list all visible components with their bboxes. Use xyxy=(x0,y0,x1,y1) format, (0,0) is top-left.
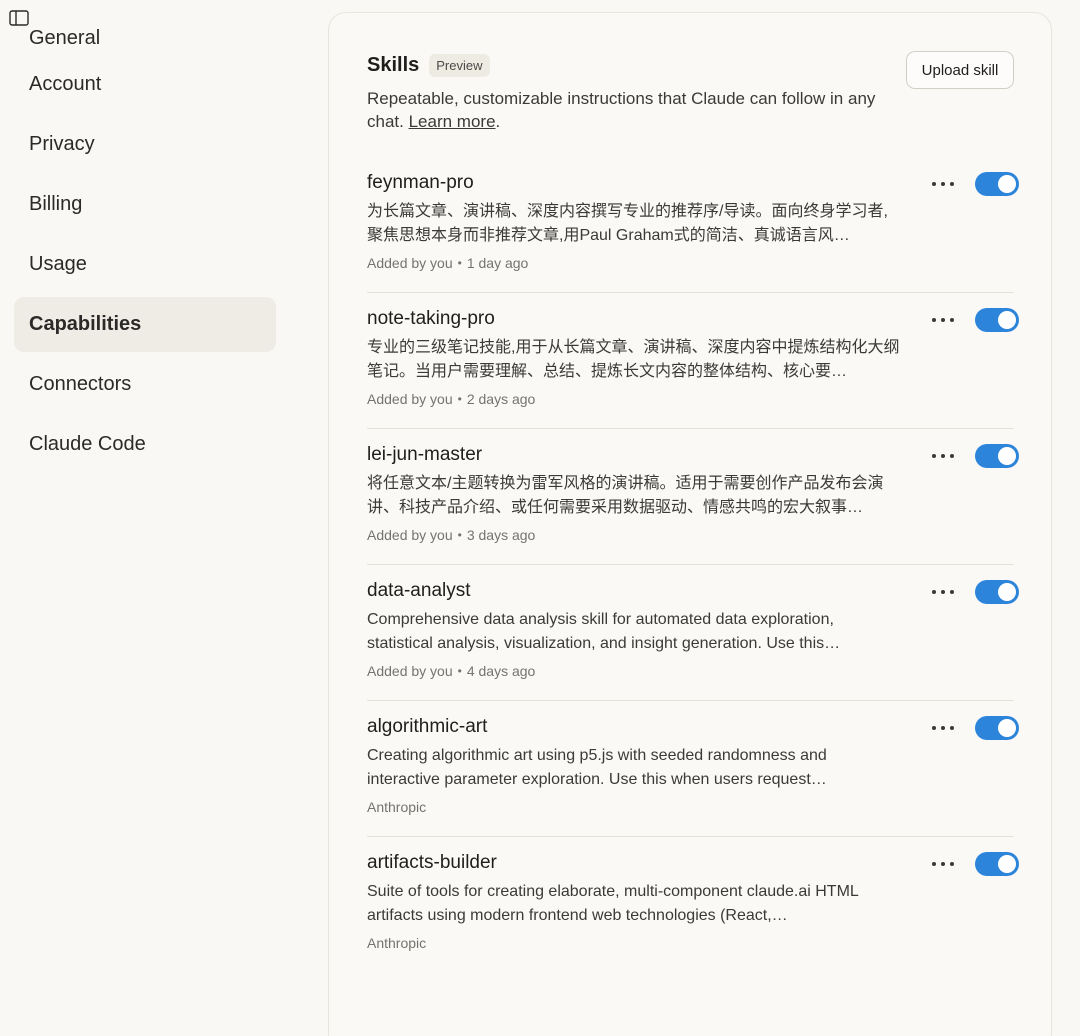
sidebar-item-account[interactable]: Account xyxy=(14,57,276,112)
learn-more-link[interactable]: Learn more xyxy=(409,112,496,131)
skill-added-by: Added by you xyxy=(367,391,453,407)
skill-added-by: Anthropic xyxy=(367,799,427,815)
skill-meta: Anthropic xyxy=(367,799,1014,815)
skill-description: 将任意文本/主题转换为雷军风格的演讲稿。适用于需要创作产品发布会演讲、科技产品介… xyxy=(367,475,884,516)
sidebar-item-label: Connectors xyxy=(29,373,132,395)
sidebar-item-label: Privacy xyxy=(29,133,95,155)
skill-added-by: Anthropic xyxy=(367,935,427,951)
settings-sidebar: General Account Privacy Billing Usage Ca… xyxy=(14,8,276,477)
skill-row: feynman-pro 为长篇文章、演讲稿、深度内容撰写专业的推荐序/导读。面向… xyxy=(367,157,1019,293)
more-options-icon[interactable] xyxy=(932,723,954,733)
more-options-icon[interactable] xyxy=(932,179,954,189)
skills-title: Skills xyxy=(367,53,420,76)
skill-row: note-taking-pro 专业的三级笔记技能,用于从长篇文章、演讲稿、深度… xyxy=(367,293,1019,429)
skill-row: data-analyst Comprehensive data analysis… xyxy=(367,565,1019,701)
sidebar-item-claude-code[interactable]: Claude Code xyxy=(14,417,276,472)
skill-description: Comprehensive data analysis skill for au… xyxy=(367,611,841,652)
skill-time: 4 days ago xyxy=(466,663,536,679)
skill-description: Creating algorithmic art using p5.js wit… xyxy=(367,747,827,788)
sidebar-item-connectors[interactable]: Connectors xyxy=(14,357,276,412)
skill-toggle[interactable] xyxy=(975,308,1019,332)
skill-name: artifacts-builder xyxy=(367,852,497,873)
skill-name: feynman-pro xyxy=(367,172,474,193)
sidebar-item-label: Usage xyxy=(29,253,87,275)
skill-meta: Added by you • 1 day ago xyxy=(367,255,1014,271)
skill-added-by: Added by you xyxy=(367,527,453,543)
skill-toggle[interactable] xyxy=(975,716,1019,740)
meta-separator: • xyxy=(457,528,462,542)
skill-toggle[interactable] xyxy=(975,580,1019,604)
skill-description: Suite of tools for creating elaborate, m… xyxy=(367,883,859,924)
skill-row: algorithmic-art Creating algorithmic art… xyxy=(367,701,1019,837)
skills-description: Repeatable, customizable instructions th… xyxy=(367,87,877,133)
sidebar-item-label: Account xyxy=(29,73,102,95)
more-options-icon[interactable] xyxy=(932,315,954,325)
sidebar-item-privacy[interactable]: Privacy xyxy=(14,117,276,172)
preview-badge: Preview xyxy=(429,53,490,77)
sidebar-item-label: Capabilities xyxy=(29,313,142,335)
sidebar-item-general[interactable]: General xyxy=(14,8,276,52)
sidebar-item-label: General xyxy=(29,27,101,49)
skill-added-by: Added by you xyxy=(367,663,453,679)
skill-toggle[interactable] xyxy=(975,172,1019,196)
skill-description: 专业的三级笔记技能,用于从长篇文章、演讲稿、深度内容中提炼结构化大纲笔记。当用户… xyxy=(367,339,900,380)
skill-description: 为长篇文章、演讲稿、深度内容撰写专业的推荐序/导读。面向终身学习者,聚焦思想本身… xyxy=(367,203,888,244)
skill-row: artifacts-builder Suite of tools for cre… xyxy=(367,837,1019,972)
skill-meta: Added by you • 4 days ago xyxy=(367,663,1014,679)
more-options-icon[interactable] xyxy=(932,859,954,869)
skill-meta: Added by you • 2 days ago xyxy=(367,391,1014,407)
meta-separator: • xyxy=(457,392,462,406)
skill-time: 1 day ago xyxy=(466,255,529,271)
skills-panel: Skills Preview Upload skill Repeatable, … xyxy=(328,12,1052,1036)
more-options-icon[interactable] xyxy=(932,587,954,597)
skill-time: 2 days ago xyxy=(466,391,536,407)
sidebar-item-label: Claude Code xyxy=(29,433,146,455)
sidebar-item-billing[interactable]: Billing xyxy=(14,177,276,232)
skill-meta: Anthropic xyxy=(367,935,1014,951)
skill-toggle[interactable] xyxy=(975,852,1019,876)
skill-meta: Added by you • 3 days ago xyxy=(367,527,1014,543)
skill-name: algorithmic-art xyxy=(367,716,488,737)
skill-name: data-analyst xyxy=(367,580,471,601)
skill-name: note-taking-pro xyxy=(367,308,495,329)
skill-toggle[interactable] xyxy=(975,444,1019,468)
skill-row: lei-jun-master 将任意文本/主题转换为雷军风格的演讲稿。适用于需要… xyxy=(367,429,1019,565)
skill-name: lei-jun-master xyxy=(367,444,483,465)
meta-separator: • xyxy=(457,664,462,678)
upload-skill-button[interactable]: Upload skill xyxy=(906,51,1014,89)
more-options-icon[interactable] xyxy=(932,451,954,461)
skill-time: 3 days ago xyxy=(466,527,536,543)
description-end: . xyxy=(495,112,501,131)
skill-added-by: Added by you xyxy=(367,255,453,271)
sidebar-item-usage[interactable]: Usage xyxy=(14,237,276,292)
skills-list: feynman-pro 为长篇文章、演讲稿、深度内容撰写专业的推荐序/导读。面向… xyxy=(367,157,1019,972)
sidebar-item-label: Billing xyxy=(29,193,83,215)
sidebar-item-capabilities[interactable]: Capabilities xyxy=(14,297,276,352)
meta-separator: • xyxy=(457,256,462,270)
